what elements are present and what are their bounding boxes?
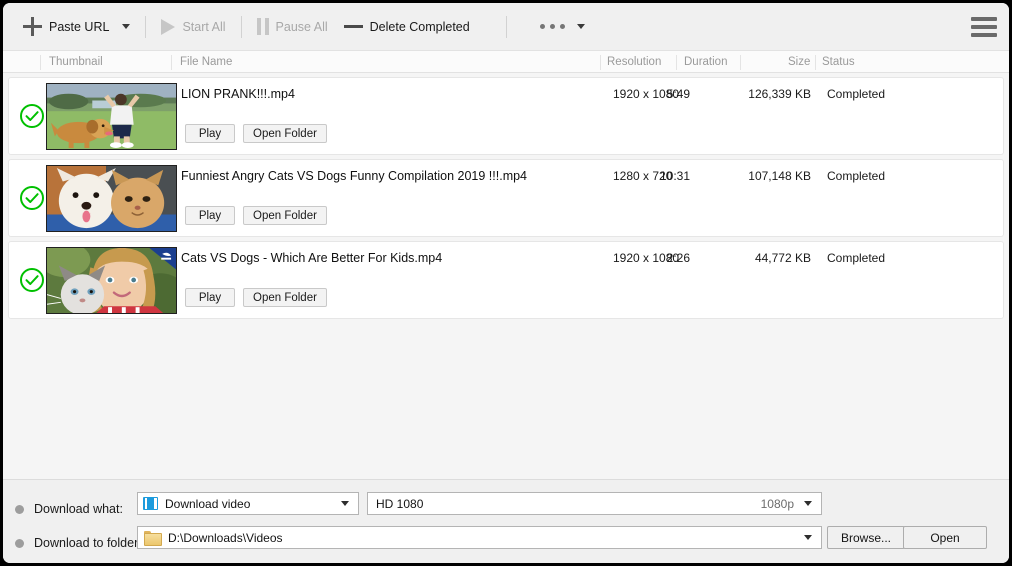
pause-all-label: Pause All	[275, 19, 328, 34]
play-button[interactable]: Play	[185, 288, 235, 307]
pause-all-button[interactable]: Pause All	[251, 10, 334, 44]
open-folder-button[interactable]: Open Folder	[243, 124, 327, 143]
size-value: 44,772 KB	[754, 251, 811, 265]
check-circle-icon	[20, 268, 44, 292]
file-name-label: Cats VS Dogs - Which Are Better For Kids…	[181, 251, 443, 265]
open-folder-bottom-button[interactable]: Open	[903, 526, 987, 549]
download-list[interactable]: LION PRANK!!!.mp4 Play Open Folder 1920 …	[3, 73, 1009, 479]
video-thumbnail[interactable]	[46, 83, 177, 150]
column-divider[interactable]	[600, 55, 601, 70]
minus-icon	[343, 25, 363, 28]
start-all-button[interactable]: Start All	[155, 10, 231, 44]
column-divider[interactable]	[815, 55, 816, 70]
folder-path-select[interactable]: D:\Downloads\Videos	[137, 526, 822, 549]
status-value: Completed	[827, 87, 886, 101]
quality-select[interactable]: HD 1080 1080p	[367, 492, 822, 515]
delete-completed-label: Delete Completed	[369, 19, 470, 34]
status-value: Completed	[827, 169, 886, 183]
duration-value: 2:26	[666, 251, 690, 265]
column-header-row: Thumbnail File Name Resolution Duration …	[3, 50, 1009, 73]
hamburger-menu-icon[interactable]	[971, 16, 997, 37]
size-value: 126,339 KB	[748, 87, 811, 101]
chevron-down-icon	[804, 501, 812, 506]
file-name-label: LION PRANK!!!.mp4	[181, 87, 295, 101]
duration-value: 10:31	[659, 169, 690, 183]
start-all-label: Start All	[182, 19, 226, 34]
pause-icon	[256, 18, 269, 35]
play-button[interactable]: Play	[185, 124, 235, 143]
chevron-down-icon	[576, 24, 585, 29]
column-header-resolution[interactable]: Resolution	[607, 51, 661, 72]
main-toolbar: Paste URL Start All Pause All Delete Com…	[3, 3, 1009, 50]
overflow-menu-button[interactable]	[534, 10, 591, 44]
folder-path-value: D:\Downloads\Videos	[168, 530, 283, 545]
check-circle-icon	[20, 186, 44, 210]
row-action-buttons: Play Open Folder	[185, 288, 327, 307]
open-folder-button[interactable]: Open Folder	[243, 206, 327, 225]
column-divider[interactable]	[171, 55, 172, 70]
download-to-folder-label: Download to folder:	[34, 536, 142, 550]
column-header-status[interactable]: Status	[822, 51, 855, 72]
chevron-down-icon	[804, 535, 812, 540]
play-button[interactable]: Play	[185, 206, 235, 225]
paste-url-dropdown[interactable]	[115, 10, 136, 44]
table-row[interactable]: LION PRANK!!!.mp4 Play Open Folder 1920 …	[8, 77, 1004, 155]
more-dots-icon	[539, 24, 565, 29]
column-header-size[interactable]: Size	[788, 51, 810, 72]
play-icon	[161, 18, 176, 35]
column-header-duration[interactable]: Duration	[684, 51, 727, 72]
browse-button[interactable]: Browse...	[827, 526, 905, 549]
toolbar-divider	[145, 15, 147, 38]
app-window: Paste URL Start All Pause All Delete Com…	[3, 3, 1009, 563]
bullet-icon	[15, 504, 24, 514]
media-type-value: Download video	[165, 496, 251, 511]
chevron-down-icon	[122, 24, 131, 29]
video-thumbnail[interactable]	[46, 247, 177, 314]
table-row[interactable]: Cats VS Dogs - Which Are Better For Kids…	[8, 241, 1004, 319]
delete-completed-button[interactable]: Delete Completed	[338, 10, 476, 44]
row-action-buttons: Play Open Folder	[185, 124, 327, 143]
column-divider[interactable]	[676, 55, 677, 70]
folder-icon	[144, 531, 162, 546]
media-type-select[interactable]: Download video	[137, 492, 359, 515]
toolbar-divider	[240, 15, 242, 38]
quality-suffix: 1080p	[760, 496, 794, 511]
check-circle-icon	[20, 104, 44, 128]
toolbar-divider	[505, 15, 507, 38]
row-action-buttons: Play Open Folder	[185, 206, 327, 225]
chevron-down-icon	[341, 501, 349, 506]
download-settings-panel: Download what: Download video HD 1080 10…	[3, 479, 1009, 563]
status-value: Completed	[827, 251, 886, 265]
file-name-label: Funniest Angry Cats VS Dogs Funny Compil…	[181, 169, 528, 183]
size-value: 107,148 KB	[748, 169, 811, 183]
plus-icon	[23, 17, 42, 36]
column-divider[interactable]	[740, 55, 741, 70]
paste-url-label: Paste URL	[49, 19, 110, 34]
bullet-icon	[15, 538, 24, 548]
film-strip-icon	[143, 497, 158, 510]
quality-value: HD 1080	[376, 496, 424, 511]
open-folder-button[interactable]: Open Folder	[243, 288, 327, 307]
table-row[interactable]: Funniest Angry Cats VS Dogs Funny Compil…	[8, 159, 1004, 237]
column-divider[interactable]	[40, 55, 41, 70]
video-thumbnail[interactable]	[46, 165, 177, 232]
column-header-thumbnail[interactable]: Thumbnail	[49, 51, 103, 72]
column-header-filename[interactable]: File Name	[180, 51, 232, 72]
download-what-label: Download what:	[34, 502, 123, 516]
duration-value: 5:49	[666, 87, 690, 101]
paste-url-button[interactable]: Paste URL	[17, 10, 115, 44]
